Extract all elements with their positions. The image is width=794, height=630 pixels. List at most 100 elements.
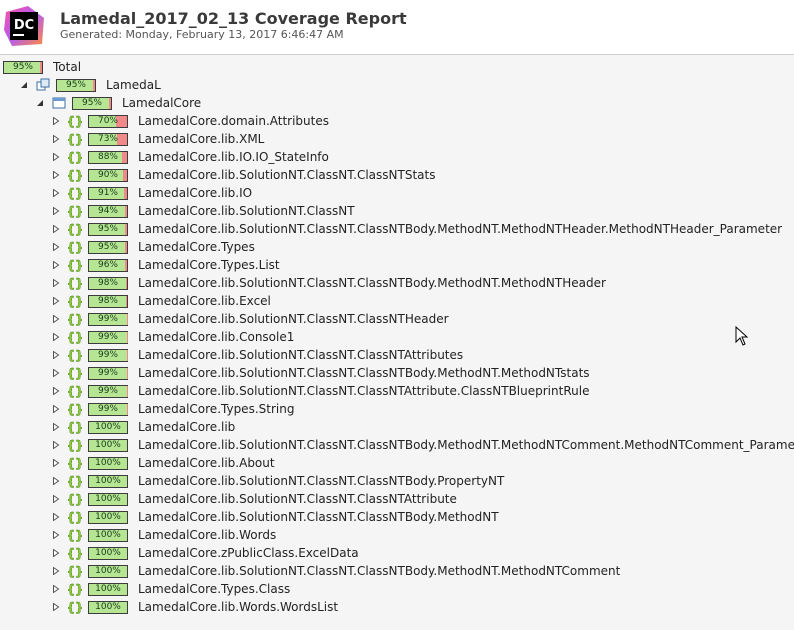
expand-icon[interactable]	[52, 188, 60, 198]
expand-icon[interactable]	[52, 170, 60, 180]
expand-icon[interactable]	[52, 566, 60, 576]
tree-node-namespace[interactable]: {} 91% LamedalCore.lib.IO	[52, 184, 252, 202]
tree-node-namespace[interactable]: {} 94% LamedalCore.lib.SolutionNT.ClassNT	[52, 202, 355, 220]
expand-icon[interactable]	[52, 314, 60, 324]
coverage-bar: 100%	[88, 492, 128, 506]
expand-icon[interactable]	[52, 530, 60, 540]
node-label: LamedalCore.lib.SolutionNT.ClassNT	[138, 204, 355, 218]
mouse-cursor-icon	[735, 326, 749, 346]
expand-icon[interactable]	[52, 368, 60, 378]
tree-node-namespace[interactable]: {} 73% LamedalCore.lib.XML	[52, 130, 264, 148]
expand-icon[interactable]	[52, 440, 60, 450]
node-label: LamedalCore.Types.List	[138, 258, 280, 272]
namespace-icon: {}	[68, 456, 82, 470]
tree-node-namespace[interactable]: {} 100% LamedalCore.lib.Words.WordsList	[52, 598, 338, 616]
expand-icon[interactable]	[52, 476, 60, 486]
coverage-tree[interactable]: 95% Total 95% LamedaL 95% LamedalCore {}	[0, 54, 794, 630]
tree-node-namespace[interactable]: {} 99% LamedalCore.Types.String	[52, 400, 294, 418]
svg-text:{}: {}	[68, 421, 82, 435]
node-label: LamedalCore.lib.IO	[138, 186, 253, 200]
svg-text:{}: {}	[68, 583, 82, 597]
namespace-icon: {}	[68, 204, 82, 218]
tree-node-namespace[interactable]: {} 88% LamedalCore.lib.IO.IO_StateInfo	[52, 148, 329, 166]
node-label: LamedalCore.lib.SolutionNT.ClassNT.Class…	[138, 474, 505, 488]
tree-node-namespace[interactable]: {} 99% LamedalCore.lib.SolutionNT.ClassNT.…	[52, 364, 590, 382]
coverage-bar: 99%	[88, 366, 128, 380]
tree-node-namespace[interactable]: {} 100% LamedalCore.lib.SolutionNT.ClassNT…	[52, 562, 620, 580]
expand-icon[interactable]	[52, 224, 60, 234]
coverage-bar: 95%	[72, 96, 112, 110]
expand-icon[interactable]	[52, 296, 60, 306]
namespace-icon: {}	[68, 276, 82, 290]
namespace-icon: {}	[68, 150, 82, 164]
expand-icon[interactable]	[52, 386, 60, 396]
tree-node-namespace[interactable]: {} 99% LamedalCore.lib.SolutionNT.ClassNT.…	[52, 346, 463, 364]
namespace-icon: {}	[68, 546, 82, 560]
tree-node-namespace[interactable]: {} 96% LamedalCore.Types.List	[52, 256, 280, 274]
expand-icon[interactable]	[52, 116, 60, 126]
collapse-icon[interactable]	[20, 80, 28, 90]
expand-icon[interactable]	[52, 422, 60, 432]
tree-node-module[interactable]: 95% LamedalCore	[36, 94, 201, 112]
tree-node-namespace[interactable]: {} 99% LamedalCore.lib.Console1	[52, 328, 294, 346]
expand-icon[interactable]	[52, 548, 60, 558]
tree-node-namespace[interactable]: {} 100% LamedalCore.zPublicClass.ExcelData	[52, 544, 359, 562]
svg-text:{}: {}	[68, 205, 82, 219]
tree-node-namespace[interactable]: {} 100% LamedalCore.lib	[52, 418, 235, 436]
tree-node-namespace[interactable]: {} 100% LamedalCore.lib.SolutionNT.ClassNT…	[52, 472, 504, 490]
expand-icon[interactable]	[52, 260, 60, 270]
expand-icon[interactable]	[52, 242, 60, 252]
tree-node-namespace[interactable]: {} 90% LamedalCore.lib.SolutionNT.ClassNT.…	[52, 166, 435, 184]
expand-icon[interactable]	[52, 278, 60, 288]
page-title: Lamedal_2017_02_13 Coverage Report	[60, 9, 407, 28]
expand-icon[interactable]	[52, 350, 60, 360]
tree-node-namespace[interactable]: {} 100% LamedalCore.lib.SolutionNT.ClassNT…	[52, 508, 499, 526]
coverage-bar: 95%	[56, 78, 96, 92]
node-label: LamedalCore.lib.SolutionNT.ClassNT.Class…	[138, 492, 457, 506]
node-label: LamedalCore.lib.SolutionNT.ClassNT.Class…	[138, 222, 783, 236]
tree-node-namespace[interactable]: {} 70% LamedalCore.domain.Attributes	[52, 112, 329, 130]
tree-node-namespace[interactable]: {} 99% LamedalCore.lib.SolutionNT.ClassNT.…	[52, 310, 449, 328]
expand-icon[interactable]	[52, 332, 60, 342]
coverage-bar: 99%	[88, 312, 128, 326]
expand-icon[interactable]	[52, 512, 60, 522]
tree-node-namespace[interactable]: {} 95% LamedalCore.Types	[52, 238, 255, 256]
coverage-bar: 98%	[88, 276, 128, 290]
expand-icon[interactable]	[52, 134, 60, 144]
coverage-bar: 100%	[88, 582, 128, 596]
collapse-icon[interactable]	[36, 98, 44, 108]
node-label: LamedalCore.lib.SolutionNT.ClassNT.Class…	[138, 438, 794, 452]
tree-node-namespace[interactable]: {} 100% LamedalCore.lib.SolutionNT.ClassNT…	[52, 490, 457, 508]
tree-node-namespace[interactable]: {} 100% LamedalCore.Types.Class	[52, 580, 290, 598]
tree-node-total[interactable]: 95% Total	[3, 58, 81, 76]
svg-text:{}: {}	[68, 277, 82, 291]
expand-icon[interactable]	[52, 584, 60, 594]
tree-node-assembly[interactable]: 95% LamedaL	[20, 76, 161, 94]
node-label: LamedalCore.lib.SolutionNT.ClassNT.Class…	[138, 564, 621, 578]
svg-text:{}: {}	[68, 439, 82, 453]
node-label: LamedalCore.Types.String	[138, 402, 295, 416]
expand-icon[interactable]	[52, 494, 60, 504]
node-label: LamedalCore.Types	[138, 240, 255, 254]
expand-icon[interactable]	[52, 458, 60, 468]
coverage-bar: 99%	[88, 402, 128, 416]
node-label: LamedalCore.Types.Class	[138, 582, 291, 596]
expand-icon[interactable]	[52, 152, 60, 162]
tree-node-namespace[interactable]: {} 100% LamedalCore.lib.SolutionNT.ClassNT…	[52, 436, 794, 454]
tree-node-namespace[interactable]: {} 95% LamedalCore.lib.SolutionNT.ClassNT.…	[52, 220, 782, 238]
coverage-bar: 94%	[88, 204, 128, 218]
node-label: LamedalCore.lib.Excel	[138, 294, 271, 308]
coverage-bar: 99%	[88, 330, 128, 344]
report-header: DC Lamedal_2017_02_13 Coverage Report Ge…	[0, 0, 794, 52]
expand-icon[interactable]	[52, 206, 60, 216]
tree-node-namespace[interactable]: {} 98% LamedalCore.lib.Excel	[52, 292, 271, 310]
expand-icon[interactable]	[52, 602, 60, 612]
tree-node-namespace[interactable]: {} 98% LamedalCore.lib.SolutionNT.ClassNT.…	[52, 274, 606, 292]
tree-node-namespace[interactable]: {} 99% LamedalCore.lib.SolutionNT.ClassNT.…	[52, 382, 589, 400]
expand-icon[interactable]	[52, 404, 60, 414]
tree-node-namespace[interactable]: {} 100% LamedalCore.lib.About	[52, 454, 275, 472]
svg-text:{}: {}	[68, 313, 82, 327]
svg-text:{}: {}	[68, 223, 82, 237]
node-label: LamedalCore.lib.SolutionNT.ClassNT.Class…	[138, 312, 449, 326]
tree-node-namespace[interactable]: {} 100% LamedalCore.lib.Words	[52, 526, 276, 544]
